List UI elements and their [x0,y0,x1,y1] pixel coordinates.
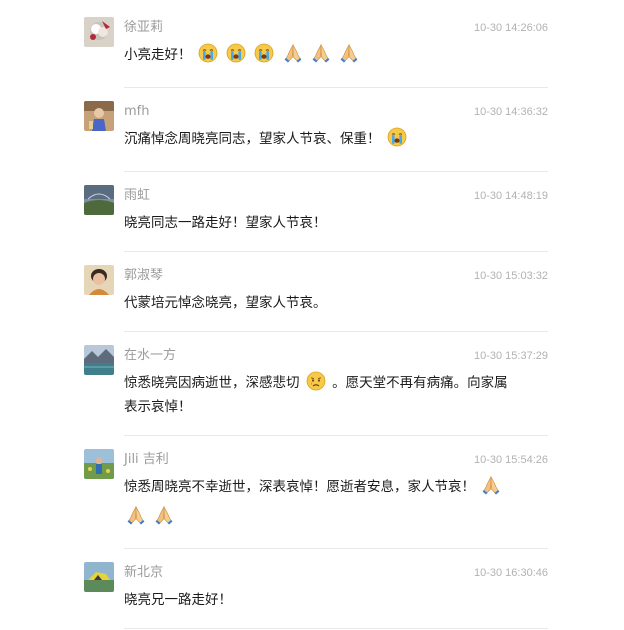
comment-text: 惊悉晓亮因病逝世，深感悲切 。愿天堂不再有病痛。向家属 表示哀悼！ [124,371,524,419]
comment-text: 惊悉周晓亮不幸逝世，深表哀悼！愿逝者安息，家人节哀！ [124,475,509,529]
divider [124,171,548,172]
sad-tear-face-icon [306,371,326,391]
comment-text: 代蒙培元悼念晓亮，望家人节哀。 [124,291,524,315]
commenter-name[interactable]: Jili 吉利 [124,451,169,469]
comment-timestamp: 10-30 14:36:32 [473,106,548,118]
comment-timestamp: 10-30 15:54:26 [473,454,548,466]
commenter-name[interactable]: 徐亚莉 [124,19,163,37]
comment-text: 晓亮兄一路走好！ [124,588,524,612]
avatar[interactable] [84,101,114,131]
divider [124,251,548,252]
folded-hands-icon [339,43,359,63]
comment-text-content: 晓亮同志一路走好！望家人节哀！ [124,215,327,231]
comment-timestamp: 10-30 14:26:06 [473,22,548,34]
avatar[interactable] [84,265,114,295]
folded-hands-icon [283,43,303,63]
crying-face-icon [387,127,407,147]
comment-text-content: 表示哀悼！ [124,399,192,415]
commenter-name[interactable]: mfh [124,103,149,121]
comment-timestamp: 10-30 16:30:46 [473,567,548,579]
crying-face-icon [198,43,218,63]
crying-face-icon [226,43,246,63]
folded-hands-icon [126,505,146,525]
avatar[interactable] [84,449,114,479]
crying-face-icon [254,43,274,63]
folded-hands-icon [154,505,174,525]
comment-text-content: 晓亮兄一路走好！ [124,592,232,608]
avatar[interactable] [84,562,114,592]
divider [124,435,548,436]
comment-timestamp: 10-30 14:48:19 [473,190,548,202]
commenter-name[interactable]: 郭淑琴 [124,267,163,285]
comment-text: 小亮走好！ [124,43,524,67]
folded-hands-icon [481,475,501,495]
comment-text-content: 。愿天堂不再有病痛。向家属 [332,375,508,391]
avatar[interactable] [84,345,114,375]
comment-timestamp: 10-30 15:03:32 [473,270,548,282]
folded-hands-icon [311,43,331,63]
comment-text-content: 小亮走好！ [124,47,192,63]
divider [124,628,548,629]
divider [124,548,548,549]
avatar[interactable] [84,17,114,47]
divider [124,87,548,88]
comment-text: 沉痛悼念周晓亮同志，望家人节哀、保重！ [124,127,524,151]
comment-text: 晓亮同志一路走好！望家人节哀！ [124,211,524,235]
avatar[interactable] [84,185,114,215]
comment-text-content: 沉痛悼念周晓亮同志，望家人节哀、保重！ [124,131,381,147]
comment-timestamp: 10-30 15:37:29 [473,350,548,362]
commenter-name[interactable]: 雨虹 [124,187,150,205]
divider [124,331,548,332]
commenter-name[interactable]: 在水一方 [124,347,176,365]
commenter-name[interactable]: 新北京 [124,564,163,582]
comment-text-content: 代蒙培元悼念晓亮，望家人节哀。 [124,295,327,311]
comment-text-content: 惊悉周晓亮不幸逝世，深表哀悼！愿逝者安息，家人节哀！ [124,479,475,495]
comment-text-content: 惊悉晓亮因病逝世，深感悲切 [124,375,300,391]
